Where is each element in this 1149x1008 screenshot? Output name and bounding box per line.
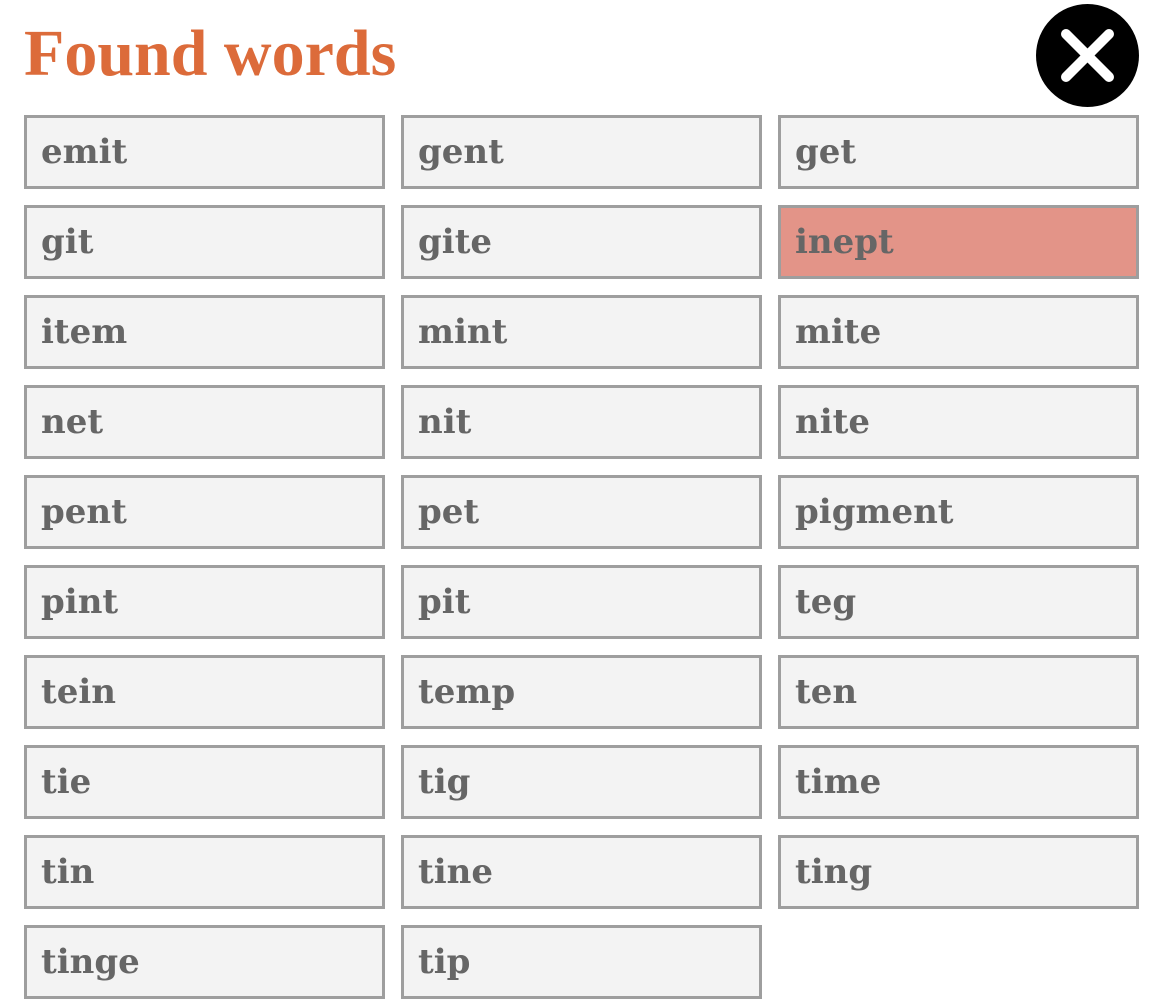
word-tile[interactable]: mint [401,295,762,369]
word-tile[interactable]: get [778,115,1139,189]
word-tile[interactable]: gite [401,205,762,279]
word-tile[interactable]: inept [778,205,1139,279]
word-tile[interactable]: tine [401,835,762,909]
word-tile[interactable]: tig [401,745,762,819]
word-tile[interactable]: time [778,745,1139,819]
word-tile[interactable]: ting [778,835,1139,909]
word-tile[interactable]: tinge [24,925,385,999]
word-tile[interactable]: mite [778,295,1139,369]
close-icon [1061,29,1114,82]
word-tile[interactable]: teg [778,565,1139,639]
word-tile[interactable]: pet [401,475,762,549]
close-button[interactable] [1036,4,1139,107]
word-tile[interactable]: pigment [778,475,1139,549]
word-tile[interactable]: pint [24,565,385,639]
page-title: Found words [24,17,397,90]
word-tile[interactable]: pit [401,565,762,639]
word-tile[interactable]: nit [401,385,762,459]
word-tile[interactable]: temp [401,655,762,729]
word-tile[interactable]: tein [24,655,385,729]
word-tile[interactable]: nite [778,385,1139,459]
word-tile[interactable]: net [24,385,385,459]
word-tile[interactable]: pent [24,475,385,549]
word-tile[interactable]: ten [778,655,1139,729]
word-tile[interactable]: git [24,205,385,279]
word-tile[interactable]: gent [401,115,762,189]
word-tile[interactable]: emit [24,115,385,189]
word-tile[interactable]: tie [24,745,385,819]
word-tile[interactable]: tip [401,925,762,999]
word-tile[interactable]: tin [24,835,385,909]
word-tile[interactable]: item [24,295,385,369]
found-words-grid: emit gent get git gite inept item mint mite net ni… [24,115,1139,999]
